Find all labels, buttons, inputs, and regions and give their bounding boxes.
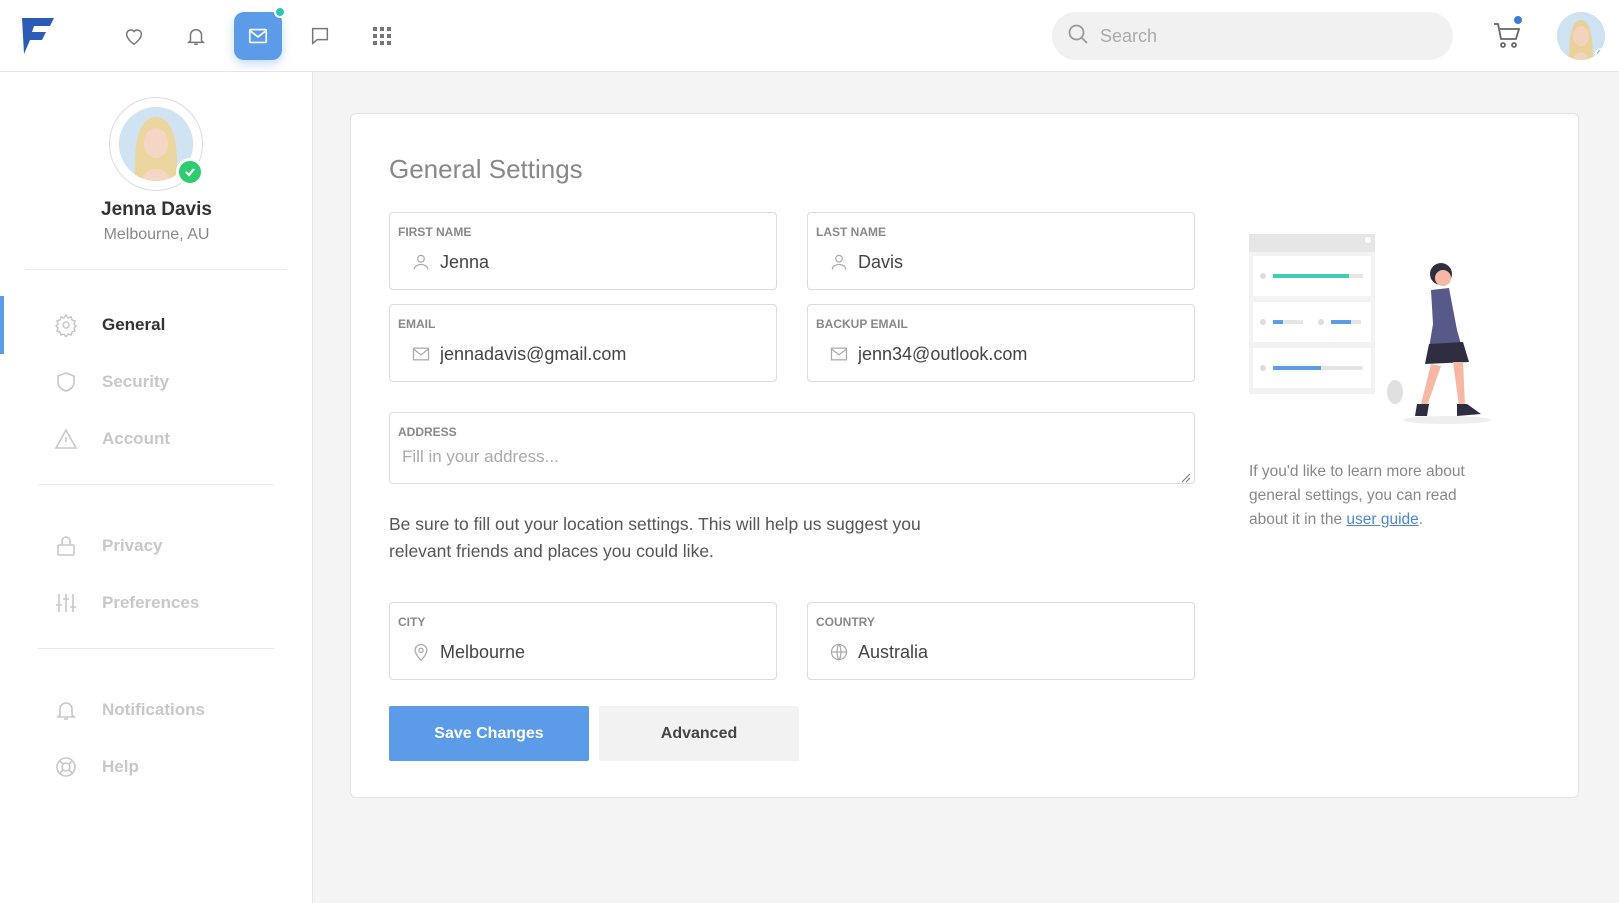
country-input[interactable] [858,639,1178,665]
shield-icon [54,370,78,394]
field-label: Address [398,425,457,439]
sidebar-item-label: Account [102,429,170,448]
profile-location: Melbourne, AU [103,226,210,243]
settings-card: General Settings First Name Last Name Em… [350,113,1579,798]
divider [38,484,274,485]
sidebar-item-label: Security [102,372,170,391]
city-field: City [389,602,777,680]
location-note: Be sure to fill out your location settin… [389,514,921,561]
last-name-field: Last Name [807,212,1195,290]
globe-icon [828,641,850,663]
sidebar-item-label: Preferences [102,593,200,612]
first-name-input[interactable] [440,249,760,275]
mail-icon [410,343,432,365]
field-label: City [398,615,426,629]
divider [25,269,287,270]
user-icon [410,251,432,273]
profile-name: Jenna Davis [101,199,212,220]
field-label: Last Name [816,225,886,239]
user-guide-link[interactable]: user guide [1346,511,1418,528]
field-label: Country [816,615,875,629]
user-avatar[interactable] [1557,12,1605,60]
heart-icon[interactable] [110,12,158,60]
bell-icon[interactable] [172,12,220,60]
address-field: Address [389,412,1195,484]
last-name-input[interactable] [858,249,1178,275]
resize-handle-icon[interactable] [1181,470,1191,483]
email-field: Email [389,304,777,382]
sidebar-item-label: Help [102,757,139,776]
sidebar-item-security[interactable]: Security [0,353,313,411]
address-input[interactable] [402,447,1182,477]
sliders-icon [54,591,78,615]
mail-icon[interactable] [234,6,286,60]
online-dot [1595,48,1605,60]
map-pin-icon [410,641,432,663]
sidebar-item-notifications[interactable]: Notifications [0,681,313,739]
grid-icon[interactable] [358,12,406,60]
help-text-end: . [1418,511,1424,528]
sidebar-item-preferences[interactable]: Preferences [0,574,313,632]
search-input[interactable] [1100,25,1420,47]
warning-icon [54,427,78,451]
sidebar-item-privacy[interactable]: Privacy [0,517,313,575]
first-name-field: First Name [389,212,777,290]
sidebar-item-account[interactable]: Account [0,410,313,468]
sidebar-item-help[interactable]: Help [0,738,313,796]
backup-email-field: Backup Email [807,304,1195,382]
sidebar-item-label: Privacy [102,536,163,555]
logo-icon[interactable] [20,16,56,56]
country-field: Country [807,602,1195,680]
mail-icon [828,343,850,365]
field-label: First Name [398,225,472,239]
sidebar-item-general[interactable]: General [0,296,313,354]
field-label: Email [398,317,436,331]
chat-icon[interactable] [296,12,344,60]
page-title: General Settings [389,154,583,184]
cart-badge [1512,14,1524,26]
user-icon [828,251,850,273]
verified-badge-icon [176,158,204,186]
save-button[interactable]: Save Changes [389,706,589,761]
sidebar-item-label: Notifications [102,700,205,719]
divider [38,648,274,649]
cart-icon[interactable] [1492,14,1524,52]
backup-email-input[interactable] [858,341,1178,367]
email-input[interactable] [440,341,760,367]
advanced-button[interactable]: Advanced [599,706,799,761]
help-text: If you'd like to learn more about genera… [1249,460,1499,532]
settings-illustration [1249,234,1509,434]
gear-icon [54,313,78,337]
search-icon [1066,22,1090,51]
city-input[interactable] [440,639,760,665]
sidebar-item-label: General [102,315,166,334]
field-label: Backup Email [816,317,908,331]
lifebuoy-icon [54,755,78,779]
lock-icon [54,534,78,558]
bell-icon [54,698,78,722]
top-bar [0,0,1619,72]
search-bar [1052,12,1453,60]
notification-dot [274,6,286,18]
sidebar: Jenna Davis Melbourne, AU General Securi… [0,72,313,903]
